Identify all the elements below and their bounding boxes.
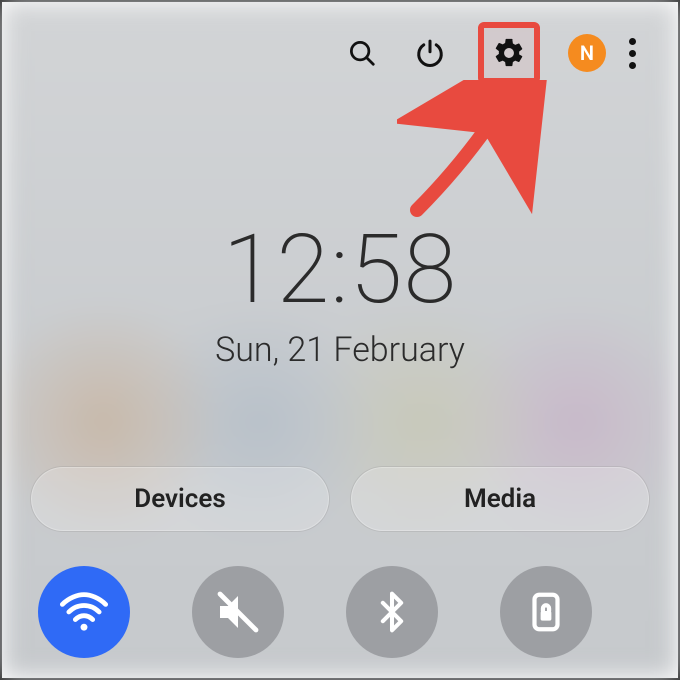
clock-time: 12:58	[223, 222, 458, 318]
kebab-dot-icon	[629, 62, 636, 69]
clock-widget: 12:58 Sun, 21 February	[30, 222, 650, 370]
profile-avatar[interactable]: N	[568, 34, 606, 72]
power-button[interactable]	[410, 33, 450, 73]
media-label: Media	[464, 484, 536, 514]
avatar-initial: N	[580, 41, 594, 65]
mute-toggle[interactable]	[192, 566, 284, 658]
kebab-dot-icon	[629, 50, 636, 57]
quick-toggles-row	[30, 566, 650, 658]
settings-button[interactable]	[484, 28, 534, 78]
devices-button[interactable]: Devices	[30, 466, 330, 532]
more-options-button[interactable]	[620, 38, 644, 69]
settings-button-highlight	[478, 22, 540, 84]
output-switcher-row: Devices Media	[30, 466, 650, 532]
devices-label: Devices	[134, 484, 225, 514]
clock-date: Sun, 21 February	[215, 330, 465, 370]
wifi-toggle[interactable]	[38, 566, 130, 658]
kebab-dot-icon	[629, 38, 636, 45]
wifi-icon	[58, 586, 110, 638]
search-button[interactable]	[342, 33, 382, 73]
media-button[interactable]: Media	[350, 466, 650, 532]
rotation-lock-icon	[523, 589, 569, 635]
quick-settings-panel: N 12:58 Sun, 21 February Devices Media	[2, 2, 678, 678]
search-icon	[347, 38, 377, 68]
gear-icon	[492, 36, 526, 70]
quick-settings-topbar: N	[30, 22, 650, 84]
power-icon	[415, 38, 445, 68]
mute-icon	[214, 588, 262, 636]
bluetooth-icon	[370, 590, 414, 634]
bluetooth-toggle[interactable]	[346, 566, 438, 658]
rotation-lock-toggle[interactable]	[500, 566, 592, 658]
